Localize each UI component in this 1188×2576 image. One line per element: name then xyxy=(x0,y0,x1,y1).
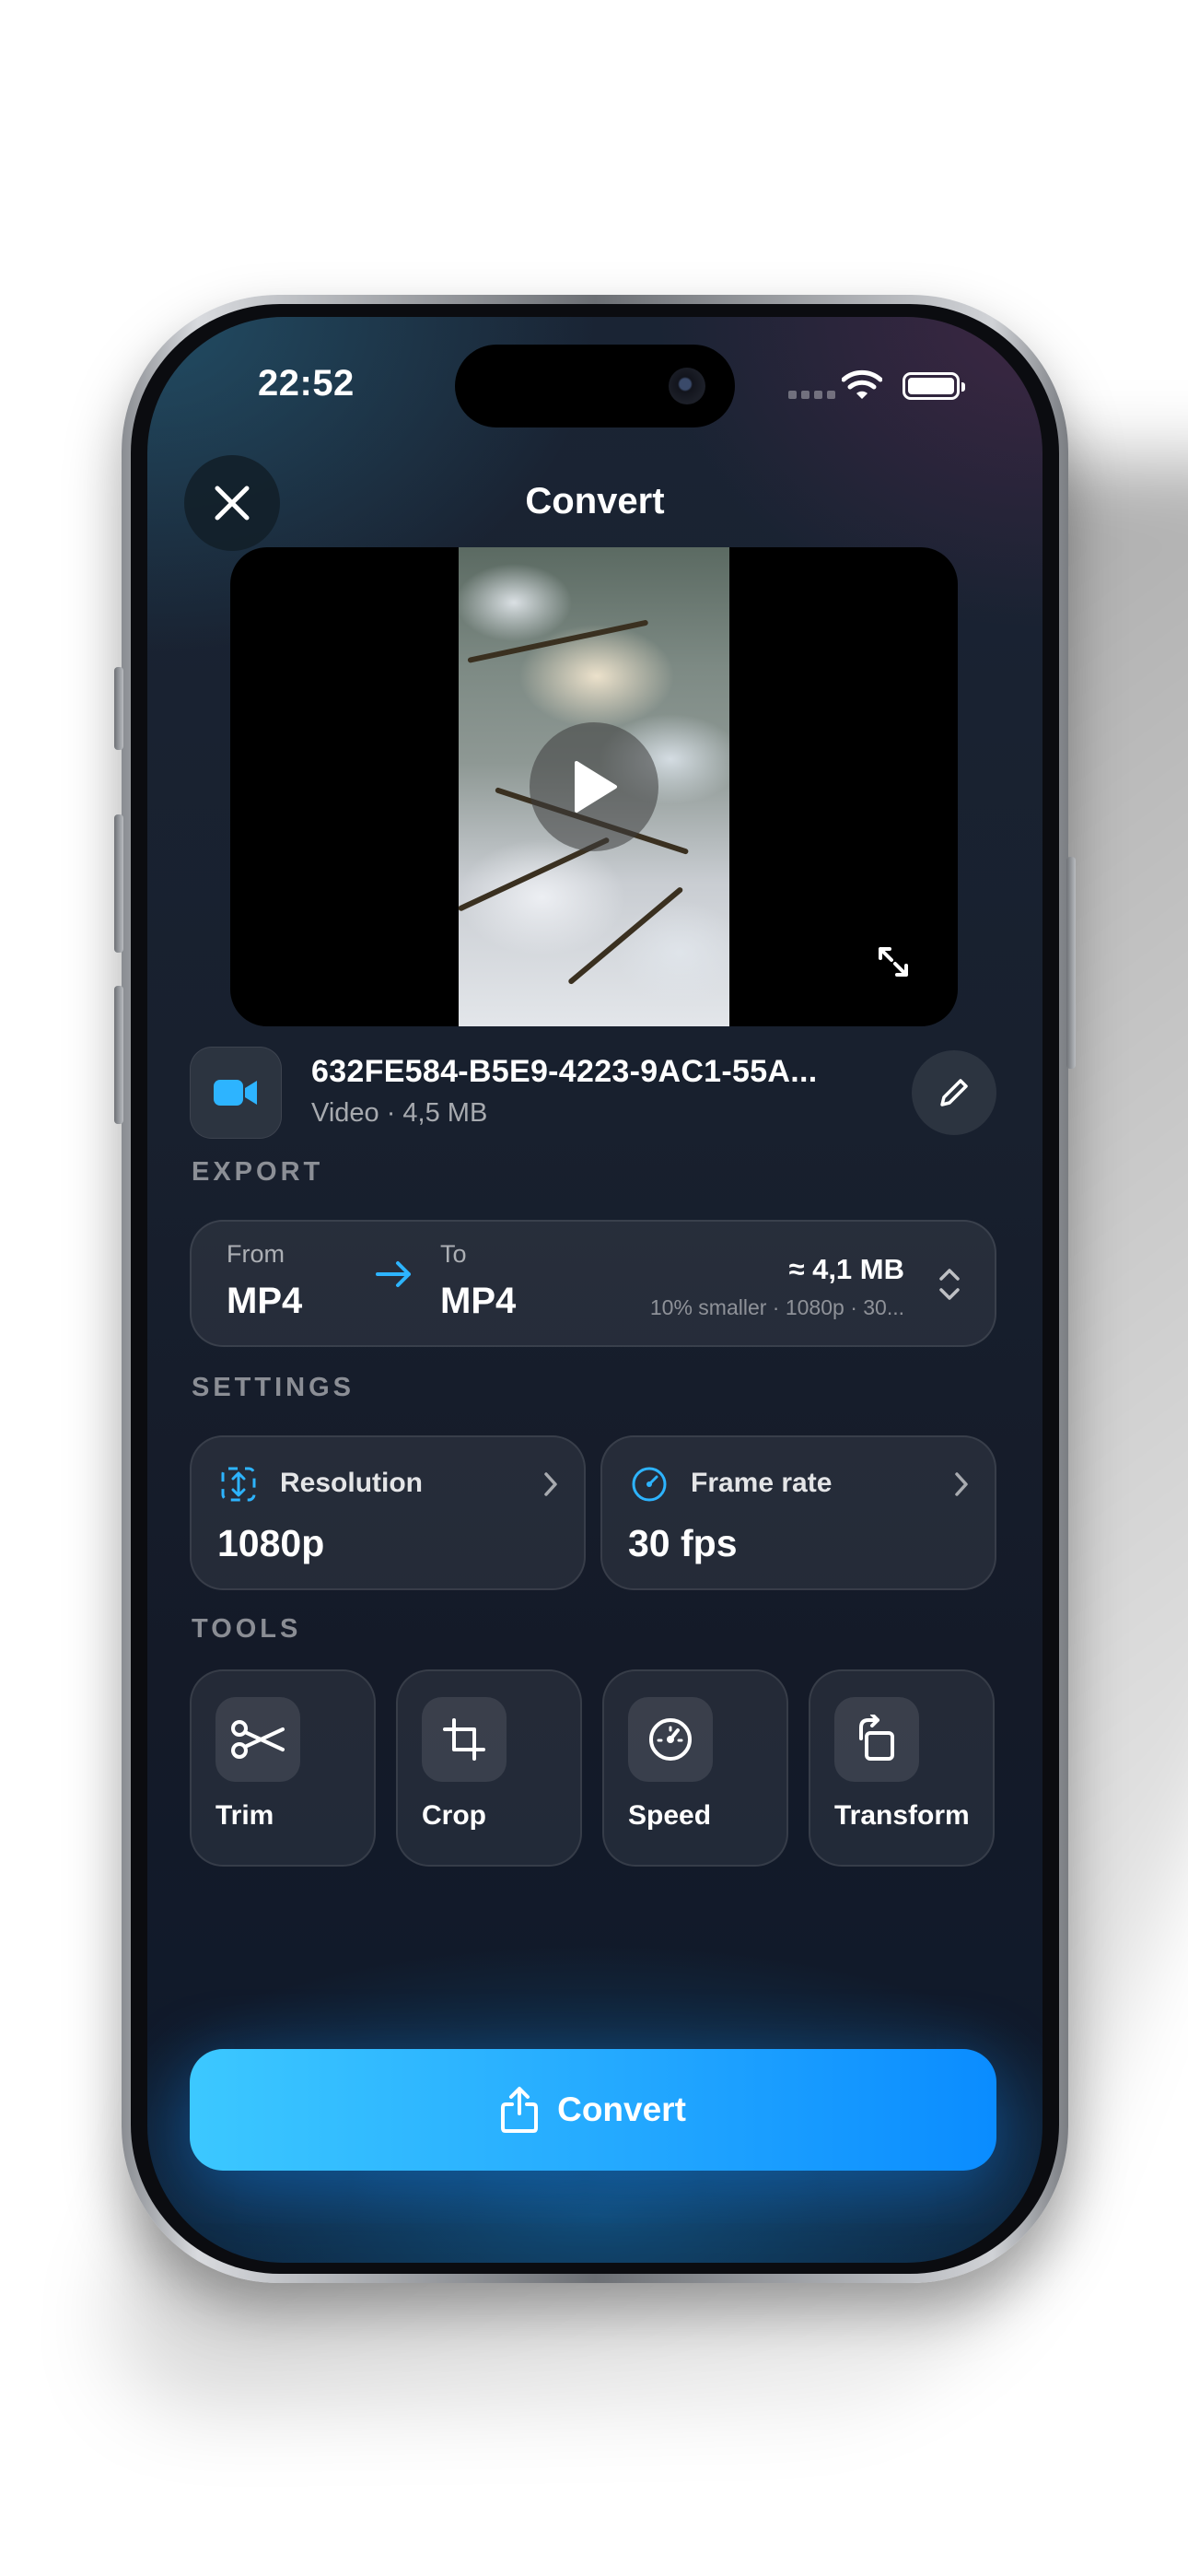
volume-down-button xyxy=(114,986,123,1124)
convert-button[interactable]: Convert xyxy=(190,2049,996,2171)
play-button[interactable] xyxy=(530,722,658,851)
page-title: Convert xyxy=(525,481,665,521)
tool-crop[interactable]: Crop xyxy=(396,1669,582,1867)
volume-up-button xyxy=(114,814,123,953)
tool-transform[interactable]: Transform xyxy=(809,1669,995,1867)
to-label: To xyxy=(440,1240,467,1268)
frame-rate-value: 30 fps xyxy=(628,1522,738,1564)
video-file-icon xyxy=(190,1047,282,1139)
convert-button-label: Convert xyxy=(557,2090,686,2128)
export-format-card[interactable]: From MP4 To MP4 ≈ 4,1 MB 10% smaller · 1… xyxy=(190,1220,996,1347)
wifi-icon xyxy=(842,369,882,399)
from-format: MP4 xyxy=(227,1281,303,1321)
action-button xyxy=(114,667,123,750)
video-preview[interactable] xyxy=(230,547,958,1026)
speed-gauge-icon xyxy=(649,1718,692,1761)
chevron-up-down-icon xyxy=(939,1269,960,1300)
tool-crop-label: Crop xyxy=(422,1800,486,1831)
tool-transform-icon-box xyxy=(834,1697,919,1782)
resolution-title: Resolution xyxy=(280,1468,423,1498)
tool-trim-icon-box xyxy=(215,1697,300,1782)
resolution-setting[interactable]: Resolution 1080p xyxy=(190,1435,586,1590)
from-label: From xyxy=(227,1240,285,1268)
video-camera-icon xyxy=(214,1080,257,1106)
status-time: 22:52 xyxy=(258,363,355,404)
tool-trim-label: Trim xyxy=(215,1800,274,1831)
scissors-icon xyxy=(231,1720,285,1759)
resolution-value: 1080p xyxy=(217,1522,325,1564)
rename-button[interactable] xyxy=(912,1050,996,1135)
tools-section-label: TOOLS xyxy=(192,1614,302,1644)
frame-rate-title: Frame rate xyxy=(691,1468,833,1498)
chevron-right-icon xyxy=(955,1472,968,1496)
expand-icon[interactable] xyxy=(875,943,912,980)
share-export-icon xyxy=(501,2087,539,2133)
export-details: 10% smaller · 1080p · 30... xyxy=(649,1295,904,1319)
frame-rate-setting[interactable]: Frame rate 30 fps xyxy=(600,1435,996,1590)
battery-icon xyxy=(903,372,965,400)
tool-transform-label: Transform xyxy=(834,1800,970,1831)
file-name: 632FE584-B5E9-4223-9AC1-55A... xyxy=(311,1054,818,1089)
rotate-icon xyxy=(859,1715,894,1761)
dynamic-island xyxy=(455,345,735,427)
tool-speed[interactable]: Speed xyxy=(602,1669,788,1867)
chevron-right-icon xyxy=(544,1472,557,1496)
arrow-right-icon xyxy=(376,1261,411,1287)
pencil-icon xyxy=(940,1079,968,1107)
app-screen: 22:52 Convert 632FE584-B5E9-4223-9AC1-55… xyxy=(147,317,1042,2263)
cellular-signal-icon xyxy=(788,391,835,399)
to-format[interactable]: MP4 xyxy=(440,1281,516,1322)
tool-speed-icon-box xyxy=(628,1697,713,1782)
camera-icon xyxy=(669,368,705,404)
tool-crop-icon-box xyxy=(422,1697,507,1782)
file-meta: Video · 4,5 MB xyxy=(311,1098,488,1128)
power-button xyxy=(1066,857,1076,1069)
speedometer-icon xyxy=(632,1467,667,1502)
export-section-label: EXPORT xyxy=(192,1157,324,1187)
crop-icon xyxy=(443,1718,485,1761)
tool-speed-label: Speed xyxy=(628,1800,712,1831)
play-icon xyxy=(575,761,617,813)
resolution-icon xyxy=(221,1467,256,1502)
tool-trim[interactable]: Trim xyxy=(190,1669,376,1867)
settings-section-label: SETTINGS xyxy=(192,1373,355,1402)
estimated-size: ≈ 4,1 MB xyxy=(788,1253,904,1285)
